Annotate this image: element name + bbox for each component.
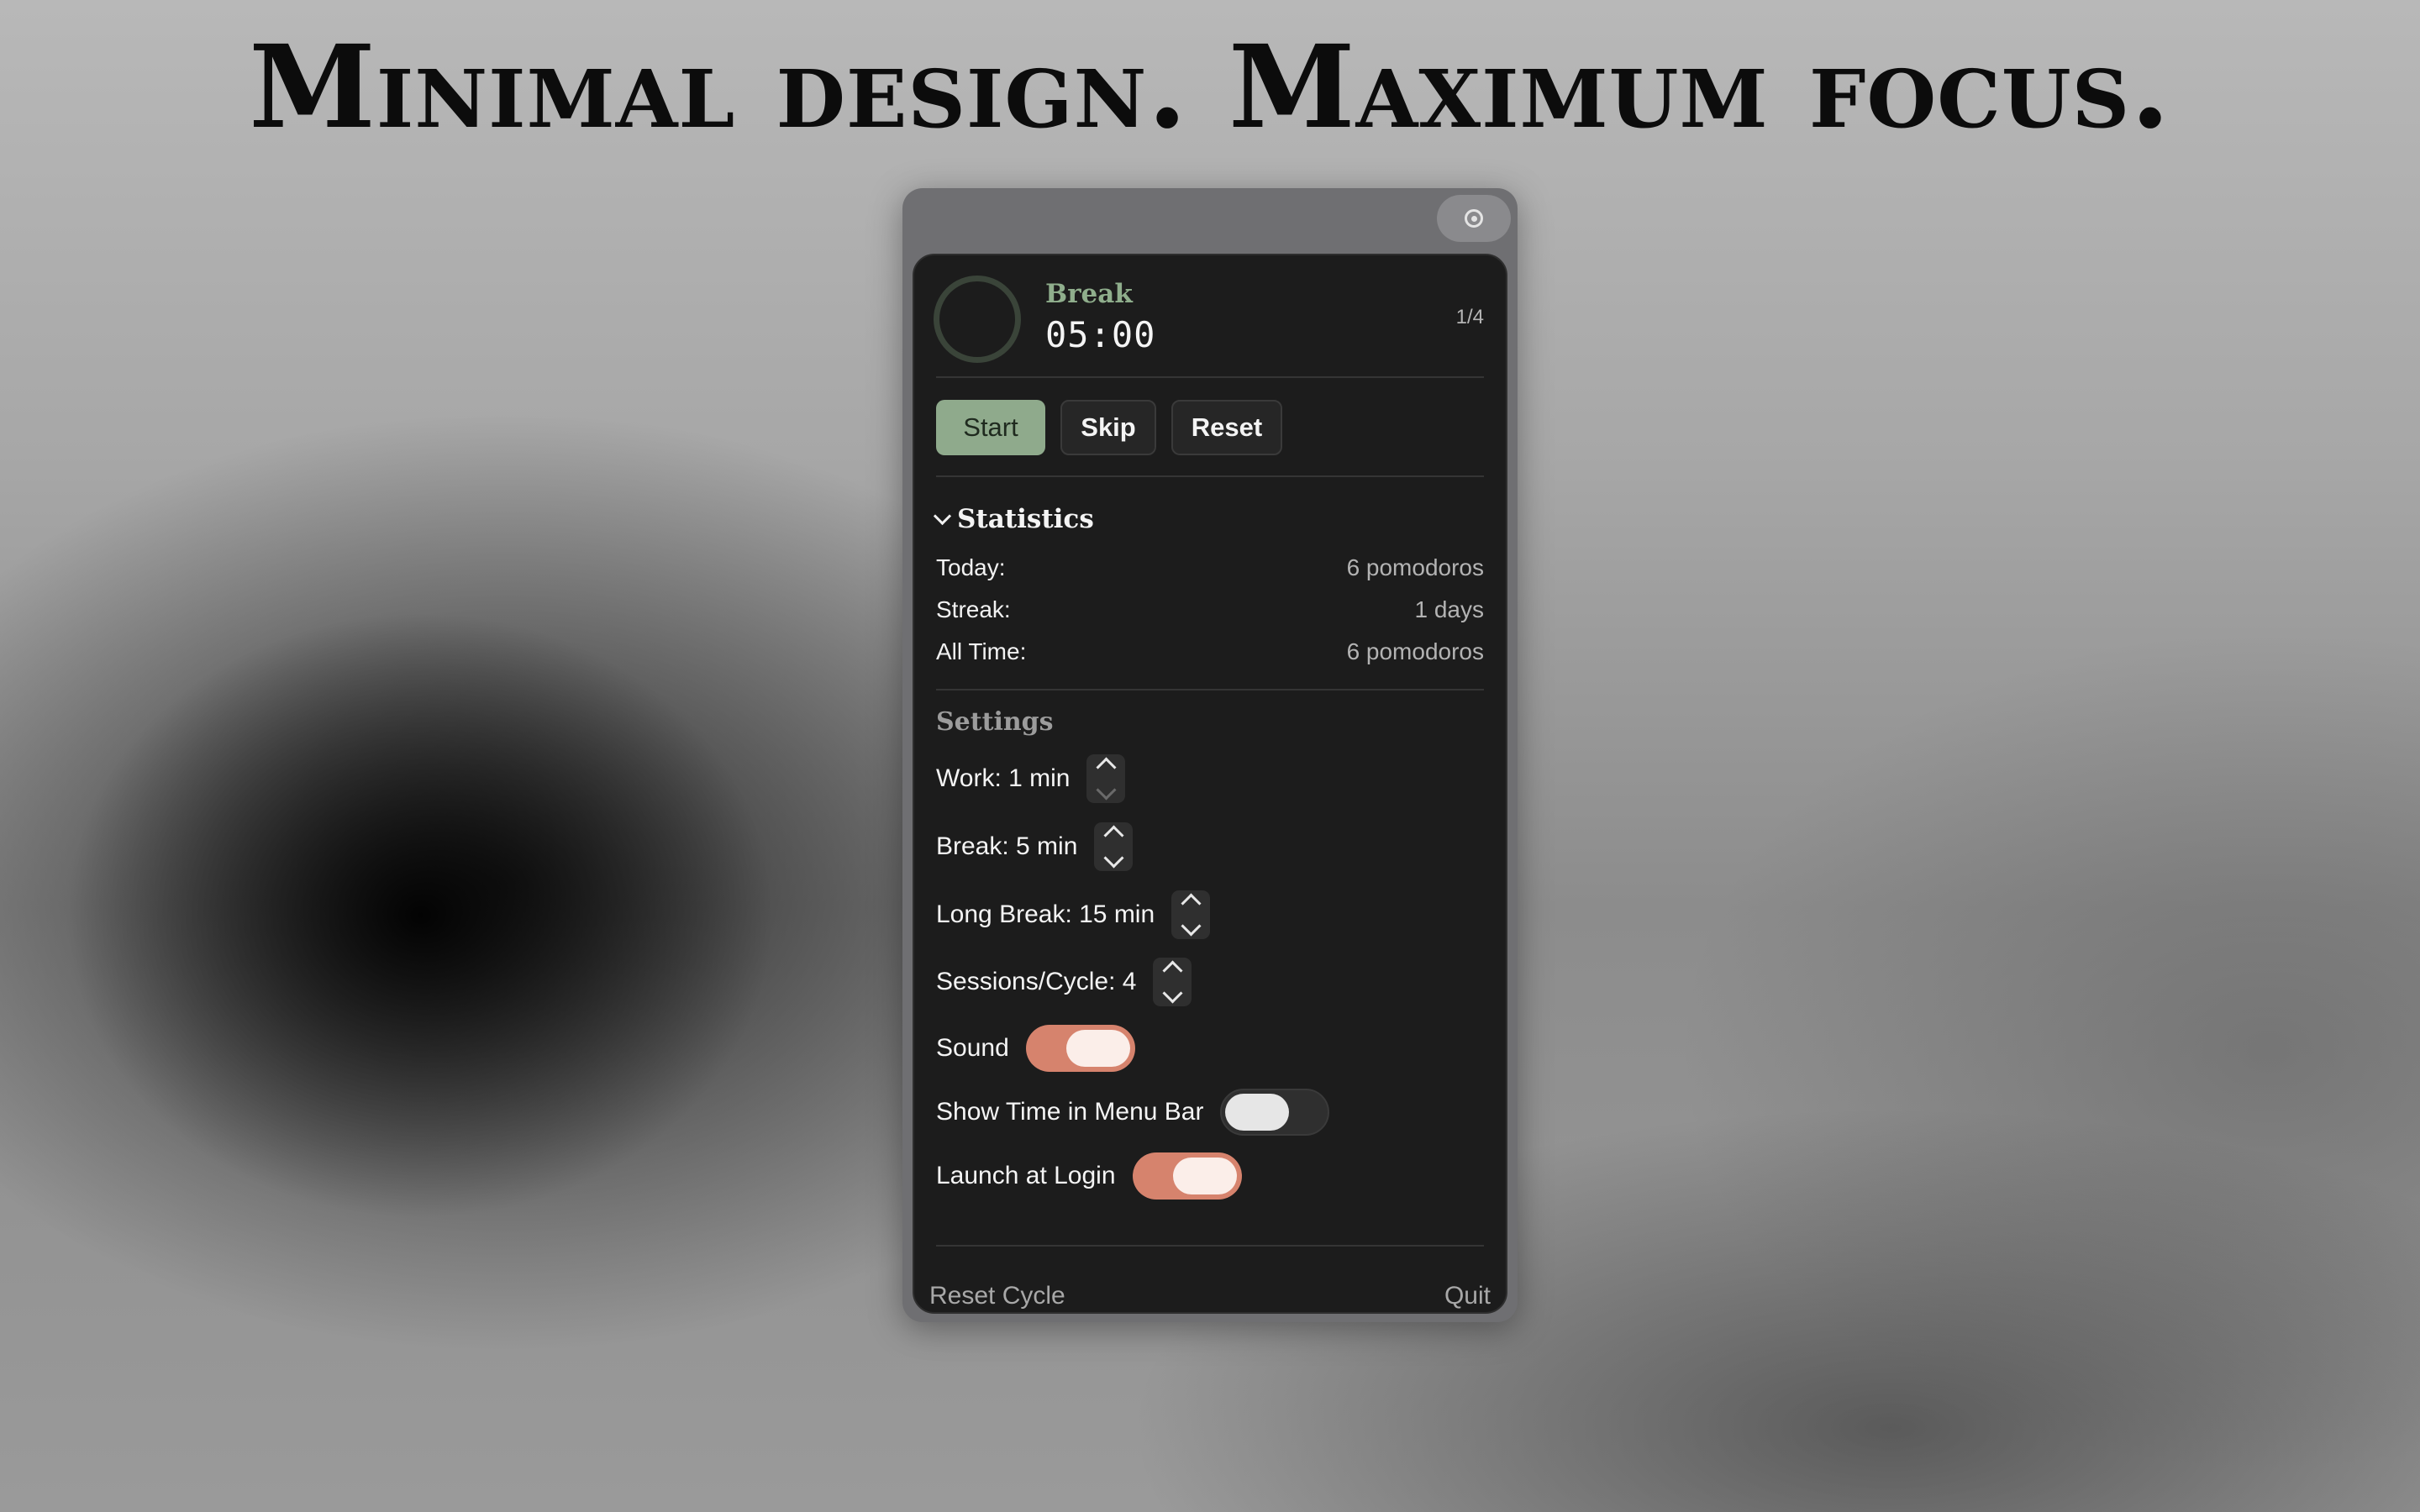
- footer: Reset Cycle Quit: [929, 1282, 1491, 1310]
- show-time-label: Show Time in Menu Bar: [936, 1098, 1204, 1126]
- session-counter: 1/4: [1455, 306, 1484, 328]
- launch-at-login-toggle[interactable]: [1132, 1152, 1242, 1200]
- reset-button[interactable]: Reset: [1171, 400, 1282, 455]
- stat-value: 6 pomodoros: [1346, 638, 1484, 664]
- reset-cycle-button[interactable]: Reset Cycle: [929, 1282, 1065, 1310]
- sessions-per-cycle-stepper[interactable]: [1153, 958, 1192, 1006]
- long-break-stepper[interactable]: [1171, 890, 1211, 939]
- chevron-down-icon: [933, 507, 952, 525]
- show-time-toggle[interactable]: [1220, 1089, 1330, 1136]
- divider: [936, 1245, 1484, 1247]
- long-break-label: Long Break: 15 min: [936, 900, 1155, 928]
- chevron-down-icon[interactable]: [1096, 780, 1117, 801]
- control-buttons: Start Skip Reset: [936, 400, 1282, 455]
- headline: Minimal design. Maximum focus.: [249, 20, 2171, 155]
- stat-row-today: Today: 6 pomodoros: [936, 554, 1484, 581]
- show-time-setting: Show Time in Menu Bar: [936, 1089, 1330, 1136]
- stat-label: All Time:: [936, 638, 1027, 664]
- break-duration-setting: Break: 5 min: [936, 822, 1134, 871]
- sessions-per-cycle-setting: Sessions/Cycle: 4: [936, 958, 1192, 1006]
- chevron-down-icon[interactable]: [1103, 848, 1124, 869]
- stat-label: Today:: [936, 554, 1006, 580]
- quit-button[interactable]: Quit: [1444, 1282, 1491, 1310]
- stat-value: 6 pomodoros: [1346, 554, 1484, 580]
- stat-row-all-time: All Time: 6 pomodoros: [936, 638, 1484, 665]
- sessions-per-cycle-label: Sessions/Cycle: 4: [936, 968, 1137, 995]
- start-button[interactable]: Start: [936, 400, 1045, 455]
- sound-toggle[interactable]: [1025, 1025, 1135, 1072]
- chevron-down-icon[interactable]: [1162, 983, 1183, 1004]
- launch-at-login-setting: Launch at Login: [936, 1152, 1242, 1200]
- record-circle-icon[interactable]: [1437, 195, 1511, 242]
- break-duration-label: Break: 5 min: [936, 832, 1078, 860]
- divider: [936, 376, 1484, 378]
- work-duration-label: Work: 1 min: [936, 764, 1071, 792]
- long-break-setting: Long Break: 15 min: [936, 890, 1211, 939]
- sound-label: Sound: [936, 1034, 1009, 1062]
- statistics-title: Statistics: [957, 504, 1094, 534]
- stat-label: Streak:: [936, 596, 1011, 622]
- chevron-up-icon[interactable]: [1103, 825, 1124, 846]
- timer-mode-label: Break: [1045, 279, 1133, 309]
- app-window: Break 05:00 1/4 Start Skip Reset Statist…: [902, 188, 1518, 1322]
- stat-value: 1 days: [1414, 596, 1485, 622]
- popover-panel: Break 05:00 1/4 Start Skip Reset Statist…: [913, 254, 1507, 1314]
- launch-at-login-label: Launch at Login: [936, 1162, 1116, 1189]
- chevron-up-icon[interactable]: [1162, 960, 1183, 981]
- sound-setting: Sound: [936, 1025, 1135, 1072]
- divider: [936, 475, 1484, 477]
- work-duration-stepper[interactable]: [1086, 754, 1126, 803]
- break-duration-stepper[interactable]: [1094, 822, 1134, 871]
- chevron-up-icon[interactable]: [1181, 893, 1202, 914]
- divider: [936, 689, 1484, 690]
- work-duration-setting: Work: 1 min: [936, 754, 1126, 803]
- timer-countdown: 05:00: [1045, 314, 1156, 355]
- statistics-disclosure[interactable]: Statistics: [933, 504, 1094, 534]
- stat-row-streak: Streak: 1 days: [936, 596, 1484, 623]
- chevron-up-icon[interactable]: [1096, 757, 1117, 778]
- chevron-down-icon[interactable]: [1181, 916, 1202, 937]
- progress-ring: [934, 276, 1021, 363]
- skip-button[interactable]: Skip: [1060, 400, 1156, 455]
- settings-title: Settings: [936, 707, 1054, 737]
